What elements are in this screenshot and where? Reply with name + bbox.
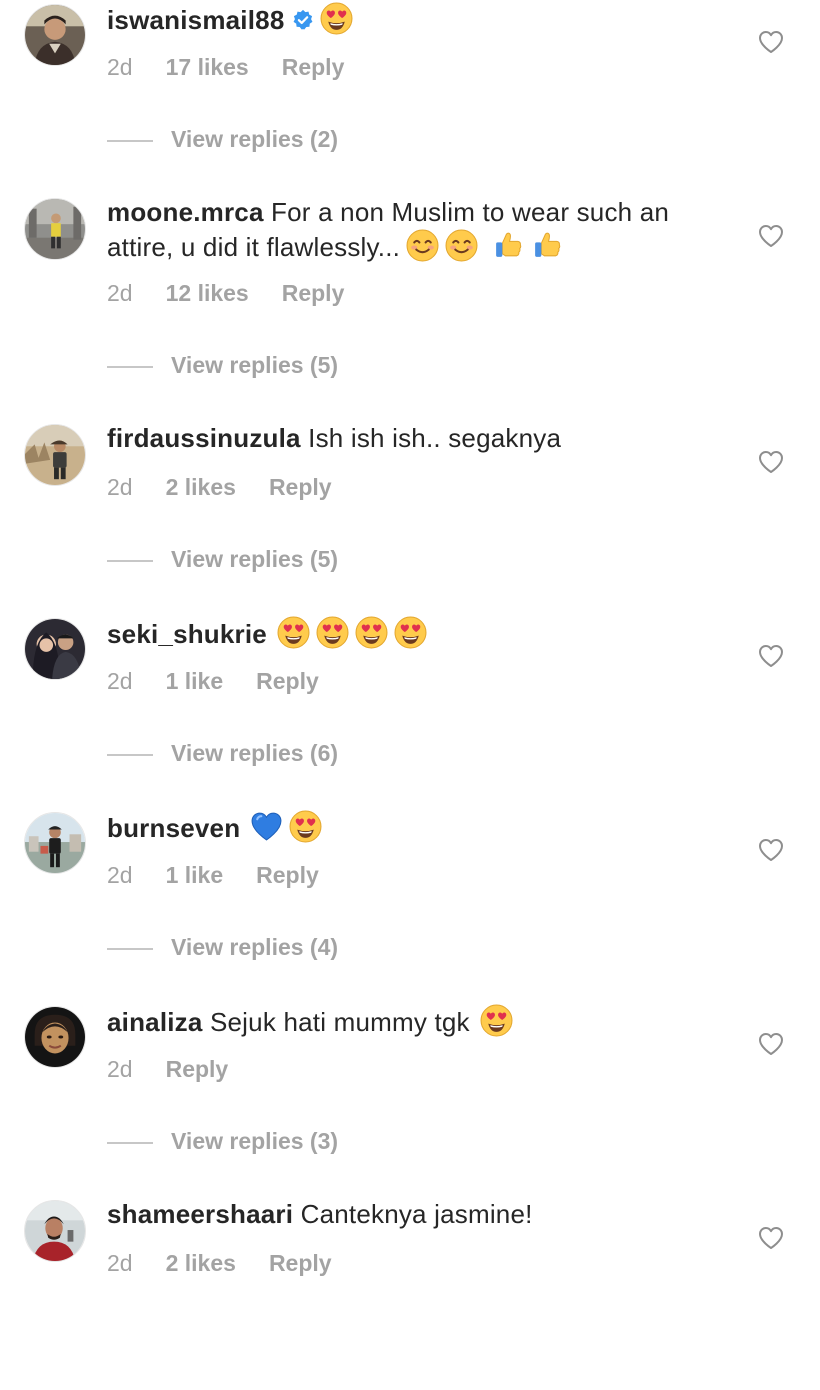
comment-meta: 2d Reply (107, 1056, 228, 1083)
heart-eyes-emoji-icon (277, 616, 310, 649)
avatar[interactable] (24, 618, 86, 680)
comment-likes-count[interactable]: 2 likes (166, 474, 236, 500)
view-replies-label: View replies (4) (171, 934, 339, 960)
comment-time: 2d (107, 54, 133, 80)
comment-body: seki_shukrie (107, 616, 732, 651)
comment-username[interactable]: seki_shukrie (107, 619, 267, 649)
avatar[interactable] (24, 1200, 86, 1262)
comment-likes-count[interactable]: 17 likes (166, 54, 249, 80)
replies-divider (107, 753, 153, 756)
reply-button[interactable]: Reply (166, 1056, 229, 1082)
comment-item: ainaliza Sejuk hati mummy tgk 2d Reply Vi… (0, 1002, 820, 1196)
heart-eyes-emoji-icon (320, 2, 353, 35)
reply-button[interactable]: Reply (269, 474, 332, 500)
comment-time: 2d (107, 668, 133, 694)
avatar[interactable] (24, 812, 86, 874)
comment-text: Ish ish ish.. segaknya (308, 423, 562, 453)
reply-button[interactable]: Reply (256, 862, 319, 888)
like-heart-icon[interactable] (758, 450, 784, 474)
comment-body: shameershaari Canteknya jasmine! (107, 1198, 732, 1231)
replies-divider (107, 947, 153, 950)
like-heart-icon[interactable] (758, 1032, 784, 1056)
reply-button[interactable]: Reply (269, 1250, 332, 1276)
comment-time: 2d (107, 1056, 133, 1082)
comment-meta: 2d 17 likes Reply (107, 54, 344, 81)
comment-body: ainaliza Sejuk hati mummy tgk (107, 1004, 732, 1039)
view-replies-button[interactable]: View replies (5) (107, 352, 338, 379)
like-heart-icon[interactable] (758, 644, 784, 668)
comment-time: 2d (107, 862, 133, 888)
comment-likes-count[interactable]: 2 likes (166, 1250, 236, 1276)
comment-time: 2d (107, 280, 133, 306)
comment-item: iswanismail88 2d 17 likes Reply View repli… (0, 0, 820, 194)
comment-username[interactable]: moone.mrca (107, 197, 264, 227)
comment-username[interactable]: burnseven (107, 813, 240, 843)
view-replies-button[interactable]: View replies (4) (107, 934, 338, 961)
heart-eyes-emoji-icon (289, 810, 322, 843)
comment-likes-count[interactable]: 1 like (166, 668, 224, 694)
heart-eyes-emoji-icon (316, 616, 349, 649)
comment-meta: 2d 2 likes Reply (107, 1250, 332, 1277)
replies-divider (107, 365, 153, 368)
comment-username[interactable]: iswanismail88 (107, 5, 284, 35)
view-replies-button[interactable]: View replies (3) (107, 1128, 338, 1155)
like-heart-icon[interactable] (758, 1226, 784, 1250)
avatar[interactable] (24, 424, 86, 486)
comment-text: Canteknya jasmine! (300, 1199, 533, 1229)
comment-likes-count[interactable]: 1 like (166, 862, 224, 888)
blue-heart-emoji-icon (250, 810, 283, 843)
comment-time: 2d (107, 1250, 133, 1276)
comment-time: 2d (107, 474, 133, 500)
heart-eyes-emoji-icon (355, 616, 388, 649)
smiling-emoji-icon (445, 229, 478, 262)
comment-likes-count[interactable]: 12 likes (166, 280, 249, 306)
comment-item: shameershaari Canteknya jasmine! 2d 2 lik… (0, 1196, 820, 1390)
reply-button[interactable]: Reply (282, 54, 345, 80)
view-replies-button[interactable]: View replies (6) (107, 740, 338, 767)
smiling-emoji-icon (406, 229, 439, 262)
view-replies-button[interactable]: View replies (5) (107, 546, 338, 573)
comment-meta: 2d 1 like Reply (107, 668, 319, 695)
like-heart-icon[interactable] (758, 224, 784, 248)
view-replies-label: View replies (6) (171, 740, 339, 766)
replies-divider (107, 559, 153, 562)
comment-item: firdaussinuzula Ish ish ish.. segaknya 2… (0, 420, 820, 614)
comment-meta: 2d 1 like Reply (107, 862, 319, 889)
comment-username[interactable]: ainaliza (107, 1007, 203, 1037)
view-replies-label: View replies (3) (171, 1128, 339, 1154)
comment-body: burnseven (107, 810, 732, 845)
avatar[interactable] (24, 198, 86, 260)
reply-button[interactable]: Reply (282, 280, 345, 306)
view-replies-label: View replies (2) (171, 126, 339, 152)
comment-body: firdaussinuzula Ish ish ish.. segaknya (107, 422, 732, 455)
like-heart-icon[interactable] (758, 838, 784, 862)
view-replies-label: View replies (5) (171, 546, 339, 572)
view-replies-button[interactable]: View replies (2) (107, 126, 338, 153)
comment-item: burnseven 2d 1 like Reply View replies (4) (0, 808, 820, 1002)
view-replies-label: View replies (5) (171, 352, 339, 378)
heart-eyes-emoji-icon (394, 616, 427, 649)
comment-body: iswanismail88 (107, 2, 732, 37)
verified-badge-icon (292, 9, 314, 31)
comment-meta: 2d 2 likes Reply (107, 474, 332, 501)
comment-username[interactable]: firdaussinuzula (107, 423, 301, 453)
replies-divider (107, 139, 153, 142)
comment-item: seki_shukrie 2d 1 like Reply View replies … (0, 614, 820, 808)
heart-eyes-emoji-icon (480, 1004, 513, 1037)
comment-meta: 2d 12 likes Reply (107, 280, 344, 307)
replies-divider (107, 1141, 153, 1144)
comment-username[interactable]: shameershaari (107, 1199, 293, 1229)
thumbs-up-emoji-icon (531, 229, 564, 262)
avatar[interactable] (24, 1006, 86, 1068)
avatar[interactable] (24, 4, 86, 66)
thumbs-up-emoji-icon (492, 229, 525, 262)
like-heart-icon[interactable] (758, 30, 784, 54)
reply-button[interactable]: Reply (256, 668, 319, 694)
comment-text: Sejuk hati mummy tgk (209, 1007, 470, 1037)
comment-body: moone.mrca For a non Muslim to wear such… (107, 196, 732, 264)
comment-item: moone.mrca For a non Muslim to wear such… (0, 194, 820, 388)
